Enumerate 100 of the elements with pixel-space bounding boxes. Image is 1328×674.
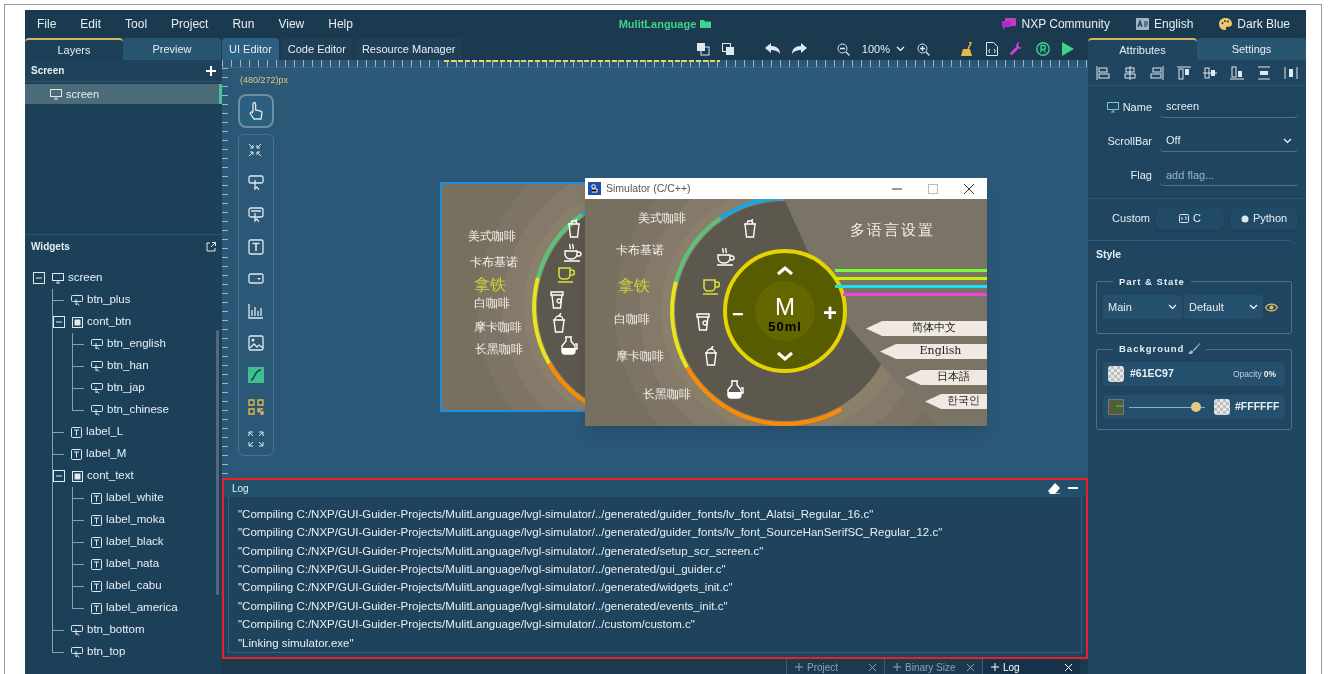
tree-item[interactable]: label_cabu	[106, 577, 162, 595]
button-widget-icon[interactable]	[248, 175, 264, 191]
zoom-dropdown[interactable]: 100%	[861, 40, 905, 58]
drink-label[interactable]: 美式咖啡	[468, 227, 516, 245]
editor-tab[interactable]: Code Editor	[280, 38, 353, 60]
color-value[interactable]: #61EC97	[1130, 366, 1174, 383]
menu-item[interactable]: Tool	[125, 11, 148, 37]
chevron-up-icon[interactable]	[776, 266, 794, 276]
distribute-vertical-icon[interactable]	[1257, 65, 1272, 80]
dock-tab[interactable]: Project	[786, 659, 884, 674]
qr-code-icon[interactable]	[248, 399, 264, 415]
distribute-horizontal-icon[interactable]	[1283, 65, 1298, 80]
language-button[interactable]: 日本語	[905, 370, 987, 385]
align-bottom-icon[interactable]	[1230, 65, 1245, 80]
play-icon[interactable]	[1062, 42, 1074, 56]
bar-chart-icon[interactable]	[248, 303, 264, 319]
color-value[interactable]: #FFFFFF	[1235, 399, 1280, 416]
tree-item[interactable]: btn_jap	[107, 379, 145, 397]
eye-icon[interactable]	[1265, 302, 1278, 312]
language-button[interactable]: 简体中文	[866, 321, 987, 336]
broom-icon[interactable]	[960, 42, 974, 56]
close-icon[interactable]	[964, 183, 974, 194]
code-file-icon[interactable]	[986, 42, 998, 56]
panel-tab[interactable]: Preview	[123, 38, 221, 60]
drink-label[interactable]: 白咖啡	[614, 310, 650, 328]
plus-button[interactable]: +	[823, 295, 837, 331]
minus-button[interactable]: −	[732, 299, 744, 329]
external-link-icon[interactable]	[206, 241, 216, 252]
undo-icon[interactable]	[764, 43, 780, 55]
tree-item[interactable]: label_M	[86, 445, 127, 463]
state-dropdown[interactable]: Default	[1184, 295, 1263, 319]
dropdown-widget-icon[interactable]	[248, 271, 264, 287]
tree-item[interactable]: label_black	[106, 533, 164, 551]
screen-list-item[interactable]: screen	[25, 84, 222, 104]
expand-arrows-icon[interactable]	[248, 431, 264, 447]
panel-tab[interactable]: Attributes	[1088, 38, 1197, 60]
top-link[interactable]: NXP Community	[1021, 15, 1110, 33]
send-back-icon[interactable]	[721, 42, 735, 56]
panel-tab[interactable]: Settings	[1197, 38, 1306, 60]
dock-tab[interactable]: Log	[982, 659, 1080, 674]
gradient-image-icon[interactable]	[1108, 399, 1124, 416]
drink-label[interactable]: 摩卡咖啡	[474, 318, 522, 336]
scrollbar-dropdown[interactable]: Off	[1160, 130, 1298, 152]
tree-item[interactable]: label_L	[86, 423, 124, 441]
select-tool-button[interactable]	[238, 94, 274, 128]
editor-tab[interactable]: Resource Manager	[354, 38, 463, 60]
top-link[interactable]: English	[1153, 15, 1194, 33]
flag-field[interactable]: add flag...	[1160, 164, 1298, 186]
part-dropdown[interactable]: Main	[1103, 295, 1182, 319]
align-right-icon[interactable]	[1149, 65, 1164, 80]
zoom-in-icon[interactable]	[917, 42, 930, 56]
drink-label[interactable]: 长黑咖啡	[475, 340, 523, 358]
top-link[interactable]: Dark Blue	[1237, 15, 1290, 33]
drink-label[interactable]: 摩卡咖啡	[616, 347, 664, 365]
curve-icon[interactable]	[248, 367, 264, 383]
plus-icon[interactable]	[206, 65, 216, 76]
menu-item[interactable]: Help	[328, 11, 353, 37]
drink-label[interactable]: 长黑咖啡	[643, 385, 691, 403]
tree-item[interactable]: btn_han	[107, 357, 149, 375]
menu-item[interactable]: Edit	[80, 11, 102, 37]
tree-toggle-icon[interactable]	[33, 272, 45, 284]
color-swatch[interactable]	[1214, 399, 1230, 416]
align-middle-icon[interactable]	[1203, 65, 1218, 80]
zoom-out-icon[interactable]	[836, 42, 850, 56]
registered-icon[interactable]	[1036, 42, 1050, 56]
tree-item[interactable]: screen	[68, 269, 103, 287]
menu-item[interactable]: Project	[171, 11, 209, 37]
language-button[interactable]: English	[880, 344, 987, 359]
tree-item[interactable]: label_white	[106, 489, 164, 507]
custom-code-button[interactable]: Python	[1230, 207, 1298, 230]
color-swatch[interactable]	[1108, 366, 1124, 383]
shrink-arrows-icon[interactable]	[248, 143, 264, 159]
tree-toggle-icon[interactable]	[53, 316, 65, 328]
tree-item[interactable]: btn_chinese	[107, 401, 170, 419]
bring-front-icon[interactable]	[696, 42, 710, 56]
image-icon[interactable]	[248, 335, 264, 351]
editor-tab[interactable]: UI Editor	[222, 38, 279, 60]
tree-item[interactable]: cont_text	[87, 467, 134, 485]
scrollbar[interactable]	[216, 330, 219, 595]
menu-item[interactable]: File	[37, 11, 57, 37]
tree-item[interactable]: label_america	[106, 599, 178, 617]
drink-label[interactable]: 白咖啡	[474, 294, 510, 312]
wrench-icon[interactable]	[1010, 42, 1024, 56]
chevron-down-icon[interactable]	[776, 351, 794, 361]
text-widget-icon[interactable]	[248, 239, 264, 255]
tree-item[interactable]: label_moka	[106, 511, 165, 529]
tree-toggle-icon[interactable]	[53, 470, 65, 482]
custom-code-button[interactable]: C	[1156, 207, 1224, 230]
tree-item[interactable]: btn_bottom	[87, 621, 145, 639]
slider-thumb[interactable]	[1190, 401, 1201, 412]
eraser-icon[interactable]	[1048, 482, 1060, 494]
align-center-icon[interactable]	[1122, 65, 1137, 80]
opacity-value[interactable]: 0%	[1263, 367, 1276, 381]
tree-item[interactable]: cont_btn	[87, 313, 132, 331]
menu-item[interactable]: View	[278, 11, 305, 37]
align-left-icon[interactable]	[1096, 65, 1110, 80]
drink-label[interactable]: 卡布基诺	[616, 241, 664, 259]
menu-item[interactable]: Run	[232, 11, 255, 37]
drink-label[interactable]: 美式咖啡	[638, 209, 686, 227]
image-button-icon[interactable]	[248, 207, 264, 223]
